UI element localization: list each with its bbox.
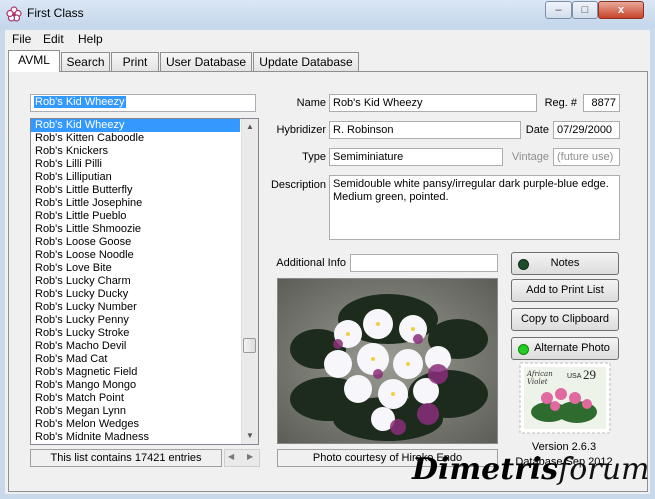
alternate-photo-indicator-icon xyxy=(518,344,529,355)
notes-button-label: Notes xyxy=(550,257,580,269)
window-title: First Class xyxy=(27,6,84,20)
tab-print[interactable]: Print xyxy=(111,52,159,71)
additional-info-label: Additional Info xyxy=(276,257,346,269)
list-item[interactable]: Rob's Loose Noodle xyxy=(31,249,258,262)
client-area: AVML Search Print User Database Update D… xyxy=(5,48,650,494)
list-item[interactable]: Rob's Lucky Charm xyxy=(31,275,258,288)
date-label: Date xyxy=(525,124,549,136)
variety-list-items: Rob's Kid Wheezy Rob's Kitten Caboodle Rob… xyxy=(31,119,258,444)
stamp-value: 29 xyxy=(583,367,596,382)
search-input[interactable]: Rob's Kid Wheezy xyxy=(30,94,256,112)
hybridizer-field[interactable]: R. Robinson xyxy=(329,121,521,139)
list-horizontal-scroll[interactable]: ◀ ▶ xyxy=(224,449,260,467)
stamp-text-2: Violet xyxy=(527,378,548,386)
list-item[interactable]: Rob's Little Pueblo xyxy=(31,210,258,223)
reg-label: Reg. # xyxy=(544,97,577,109)
vintage-label: Vintage xyxy=(511,151,549,163)
description-field[interactable]: Semidouble white pansy/irregular dark pu… xyxy=(329,175,620,240)
copy-to-clipboard-button[interactable]: Copy to Clipboard xyxy=(511,308,619,331)
list-item[interactable]: Rob's Kitten Caboodle xyxy=(31,132,258,145)
flower-app-icon xyxy=(6,6,22,22)
add-to-print-list-button[interactable]: Add to Print List xyxy=(511,279,619,302)
app-window: First Class – □ x File Edit Help AVML Se… xyxy=(0,0,655,499)
tab-user-database[interactable]: User Database xyxy=(160,52,252,71)
list-status: This list contains 17421 entries xyxy=(30,449,222,467)
list-item[interactable]: Rob's Little Josephine xyxy=(31,197,258,210)
violet-photo xyxy=(277,278,498,444)
avml-panel: Rob's Kid Wheezy Rob's Kid Wheezy Rob's K… xyxy=(8,71,648,492)
list-item[interactable]: Rob's Mango Mongo xyxy=(31,379,258,392)
list-item[interactable]: Rob's Love Bite xyxy=(31,262,258,275)
list-item[interactable]: Rob's Midnite Madness xyxy=(31,431,258,444)
stamp-country: USA xyxy=(567,373,582,380)
watermark-part-2: forum xyxy=(558,452,650,487)
stamp-text-1: African xyxy=(526,370,553,378)
search-input-text: Rob's Kid Wheezy xyxy=(34,96,126,108)
menu-bar: File Edit Help xyxy=(5,30,650,48)
stamp-image: African Violet USA 29 xyxy=(519,362,611,434)
name-label: Name xyxy=(296,97,326,109)
list-item[interactable]: Rob's Lucky Stroke xyxy=(31,327,258,340)
list-item[interactable]: Rob's Kid Wheezy xyxy=(31,119,240,132)
name-field[interactable]: Rob's Kid Wheezy xyxy=(329,94,537,112)
list-item[interactable]: Rob's Magnetic Field xyxy=(31,366,258,379)
list-item[interactable]: Rob's Lucky Number xyxy=(31,301,258,314)
minimize-button[interactable]: – xyxy=(545,1,572,19)
scroll-left-icon[interactable]: ◀ xyxy=(228,452,234,461)
tab-update-database[interactable]: Update Database xyxy=(253,52,359,71)
list-item[interactable]: Rob's Lilli Pilli xyxy=(31,158,258,171)
reg-field[interactable]: 8877 xyxy=(583,94,620,112)
watermark-part-1: Dimetris xyxy=(412,452,559,487)
list-item[interactable]: Rob's Melon Wedges xyxy=(31,418,258,431)
list-item[interactable]: Rob's Lucky Penny xyxy=(31,314,258,327)
scroll-thumb[interactable] xyxy=(243,338,256,353)
vintage-field: (future use) xyxy=(553,148,620,166)
variety-list[interactable]: Rob's Kid Wheezy Rob's Kitten Caboodle Rob… xyxy=(30,118,259,445)
type-field[interactable]: Semiminiature xyxy=(329,148,503,166)
date-field[interactable]: 07/29/2000 xyxy=(553,121,620,139)
alternate-photo-label: Alternate Photo xyxy=(534,342,610,354)
notes-indicator-icon xyxy=(518,259,529,270)
violet-photo-image xyxy=(278,279,497,443)
type-label: Type xyxy=(302,151,326,163)
african-violet-stamp-icon: African Violet USA 29 xyxy=(519,362,611,434)
tab-avml[interactable]: AVML xyxy=(8,50,60,72)
list-item[interactable]: Rob's Macho Devil xyxy=(31,340,258,353)
list-item[interactable]: Rob's Little Butterfly xyxy=(31,184,258,197)
list-scrollbar[interactable]: ▲ ▼ xyxy=(241,119,258,444)
maximize-button[interactable]: □ xyxy=(572,1,598,19)
list-item[interactable]: Rob's Loose Goose xyxy=(31,236,258,249)
additional-info-field[interactable] xyxy=(350,254,498,272)
list-item[interactable]: Rob's Little Shmoozie xyxy=(31,223,258,236)
list-item[interactable]: Rob's Mad Cat xyxy=(31,353,258,366)
menu-edit[interactable]: Edit xyxy=(43,32,64,46)
scroll-down-icon[interactable]: ▼ xyxy=(242,428,258,444)
scroll-right-icon[interactable]: ▶ xyxy=(247,452,253,461)
list-item[interactable]: Rob's Megan Lynn xyxy=(31,405,258,418)
list-item[interactable]: Rob's Knickers xyxy=(31,145,258,158)
notes-button[interactable]: Notes xyxy=(511,252,619,275)
menu-file[interactable]: File xyxy=(12,32,31,46)
title-bar[interactable]: First Class – □ x xyxy=(0,0,655,28)
description-label: Description xyxy=(270,179,326,191)
list-item[interactable]: Rob's Lucky Ducky xyxy=(31,288,258,301)
alternate-photo-button[interactable]: Alternate Photo xyxy=(511,337,619,360)
menu-help[interactable]: Help xyxy=(78,32,103,46)
watermark: Dimetrisforum xyxy=(412,452,649,487)
list-item[interactable]: Rob's Lilliputian xyxy=(31,171,258,184)
tab-search[interactable]: Search xyxy=(61,52,110,71)
list-item[interactable]: Rob's Match Point xyxy=(31,392,258,405)
close-button[interactable]: x xyxy=(598,1,644,19)
hybridizer-label: Hybridizer xyxy=(276,124,326,136)
